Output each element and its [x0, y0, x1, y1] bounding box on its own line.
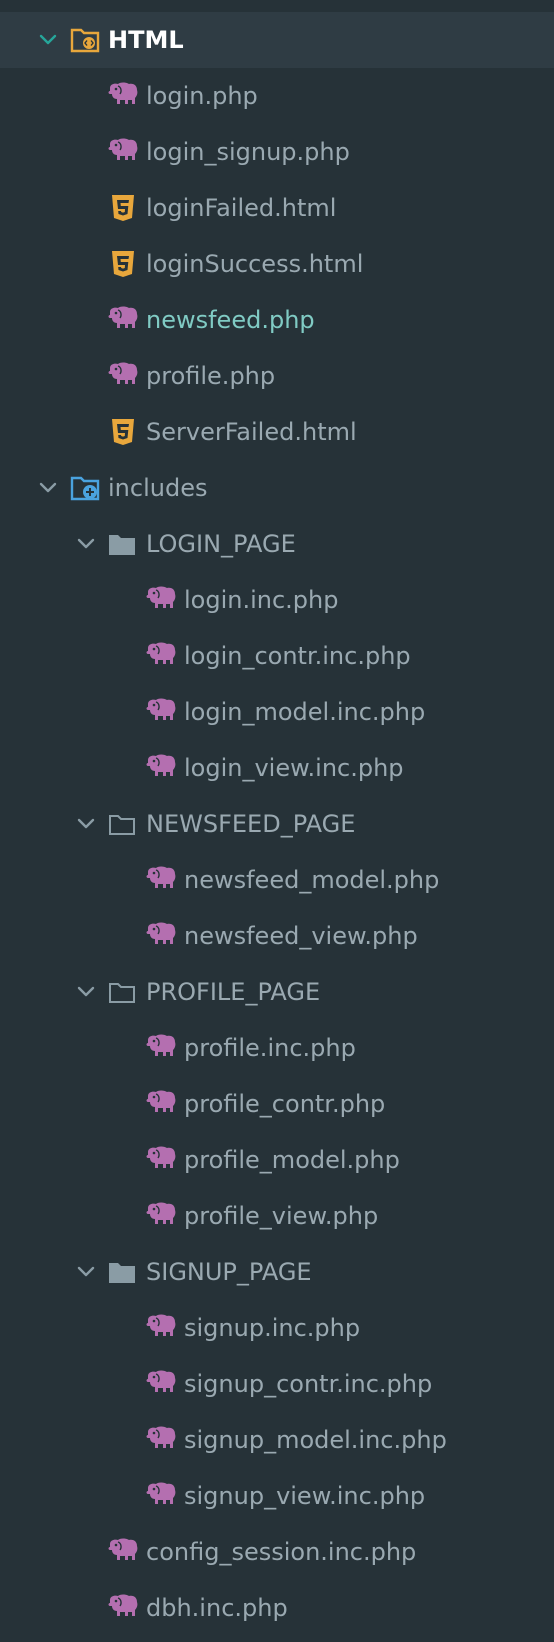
folder-icon — [109, 1263, 135, 1283]
php-icon — [145, 1034, 177, 1057]
file-label: login_model.inc.php — [184, 698, 426, 726]
folder-label: SIGNUP_PAGE — [146, 1258, 312, 1286]
file-label: newsfeed_view.php — [184, 922, 418, 950]
file-label: login.php — [146, 82, 258, 110]
file-label: login_signup.php — [146, 138, 350, 166]
tree-file[interactable]: login.inc.php — [0, 572, 554, 628]
php-icon — [107, 138, 139, 161]
php-icon — [145, 922, 177, 945]
php-icon — [107, 306, 139, 329]
file-tree: HTML login.php login_signup.php loginFai… — [0, 12, 554, 1636]
tree-file[interactable]: ServerFailed.html — [0, 404, 554, 460]
file-label: signup_view.inc.php — [184, 1482, 426, 1510]
tree-folder-newsfeed-page[interactable]: NEWSFEED_PAGE — [0, 796, 554, 852]
file-label: newsfeed.php — [146, 306, 315, 334]
html5-icon — [112, 251, 134, 277]
file-label: profile.inc.php — [184, 1034, 356, 1062]
tree-file[interactable]: profile.php — [0, 348, 554, 404]
tree-folder-login-page[interactable]: LOGIN_PAGE — [0, 516, 554, 572]
explorer-top-strip — [0, 0, 554, 12]
php-icon — [145, 866, 177, 889]
tree-folder-includes[interactable]: includes — [0, 460, 554, 516]
file-label: login_contr.inc.php — [184, 642, 411, 670]
file-label: signup.inc.php — [184, 1314, 361, 1342]
file-label: profile.php — [146, 362, 276, 390]
php-icon — [145, 1146, 177, 1169]
chevron-down-icon[interactable] — [76, 534, 96, 554]
file-label: profile_contr.php — [184, 1090, 386, 1118]
folder-outline-icon — [109, 815, 135, 835]
chevron-down-icon[interactable] — [38, 478, 58, 498]
tree-file[interactable]: loginSuccess.html — [0, 236, 554, 292]
file-label: loginFailed.html — [146, 194, 337, 222]
chevron-down-icon[interactable] — [76, 1262, 96, 1282]
file-label: signup_model.inc.php — [184, 1426, 447, 1454]
file-label: profile_view.php — [184, 1202, 379, 1230]
php-icon — [145, 698, 177, 721]
tree-file[interactable]: profile.inc.php — [0, 1020, 554, 1076]
file-label: profile_model.php — [184, 1146, 400, 1174]
tree-file[interactable]: newsfeed_model.php — [0, 852, 554, 908]
folder-label: includes — [108, 474, 208, 502]
tree-file-active[interactable]: newsfeed.php — [0, 292, 554, 348]
file-label: login.inc.php — [184, 586, 339, 614]
folder-outline-icon — [109, 983, 135, 1003]
file-label: dbh.inc.php — [146, 1594, 288, 1622]
php-icon — [145, 586, 177, 609]
chevron-down-icon[interactable] — [76, 982, 96, 1002]
html5-icon — [112, 419, 134, 445]
php-icon — [107, 362, 139, 385]
chevron-down-icon[interactable] — [38, 30, 58, 50]
folder-label: LOGIN_PAGE — [146, 530, 296, 558]
php-icon — [145, 1090, 177, 1113]
file-label: login_view.inc.php — [184, 754, 404, 782]
php-icon — [145, 1370, 177, 1393]
includes-folder-icon — [70, 476, 100, 501]
file-label: config_session.inc.php — [146, 1538, 417, 1566]
html-folder-icon — [70, 28, 100, 53]
tree-folder-html[interactable]: HTML — [0, 12, 554, 68]
html5-icon — [112, 195, 134, 221]
php-icon — [145, 1202, 177, 1225]
tree-file[interactable]: login_signup.php — [0, 124, 554, 180]
tree-file[interactable]: signup_contr.inc.php — [0, 1356, 554, 1412]
file-label: ServerFailed.html — [146, 418, 357, 446]
tree-file[interactable]: config_session.inc.php — [0, 1524, 554, 1580]
php-icon — [145, 642, 177, 665]
tree-folder-signup-page[interactable]: SIGNUP_PAGE — [0, 1244, 554, 1300]
php-icon — [145, 1482, 177, 1505]
php-icon — [145, 1426, 177, 1449]
folder-icon — [109, 535, 135, 555]
chevron-down-icon[interactable] — [76, 814, 96, 834]
folder-label: NEWSFEED_PAGE — [146, 810, 356, 838]
file-label: loginSuccess.html — [146, 250, 364, 278]
php-icon — [145, 754, 177, 777]
tree-file[interactable]: loginFailed.html — [0, 180, 554, 236]
tree-file[interactable]: dbh.inc.php — [0, 1580, 554, 1636]
tree-file[interactable]: login.php — [0, 68, 554, 124]
tree-file[interactable]: login_contr.inc.php — [0, 628, 554, 684]
tree-file[interactable]: profile_model.php — [0, 1132, 554, 1188]
tree-file[interactable]: profile_contr.php — [0, 1076, 554, 1132]
tree-file[interactable]: newsfeed_view.php — [0, 908, 554, 964]
tree-file[interactable]: login_model.inc.php — [0, 684, 554, 740]
tree-file[interactable]: profile_view.php — [0, 1188, 554, 1244]
php-icon — [145, 1314, 177, 1337]
file-label: newsfeed_model.php — [184, 866, 440, 894]
tree-file[interactable]: signup_model.inc.php — [0, 1412, 554, 1468]
tree-folder-profile-page[interactable]: PROFILE_PAGE — [0, 964, 554, 1020]
php-icon — [107, 1594, 139, 1617]
php-icon — [107, 82, 139, 105]
file-label: signup_contr.inc.php — [184, 1370, 433, 1398]
tree-file[interactable]: login_view.inc.php — [0, 740, 554, 796]
tree-file[interactable]: signup_view.inc.php — [0, 1468, 554, 1524]
tree-file[interactable]: signup.inc.php — [0, 1300, 554, 1356]
folder-label: HTML — [108, 26, 184, 54]
folder-label: PROFILE_PAGE — [146, 978, 321, 1006]
php-icon — [107, 1538, 139, 1561]
